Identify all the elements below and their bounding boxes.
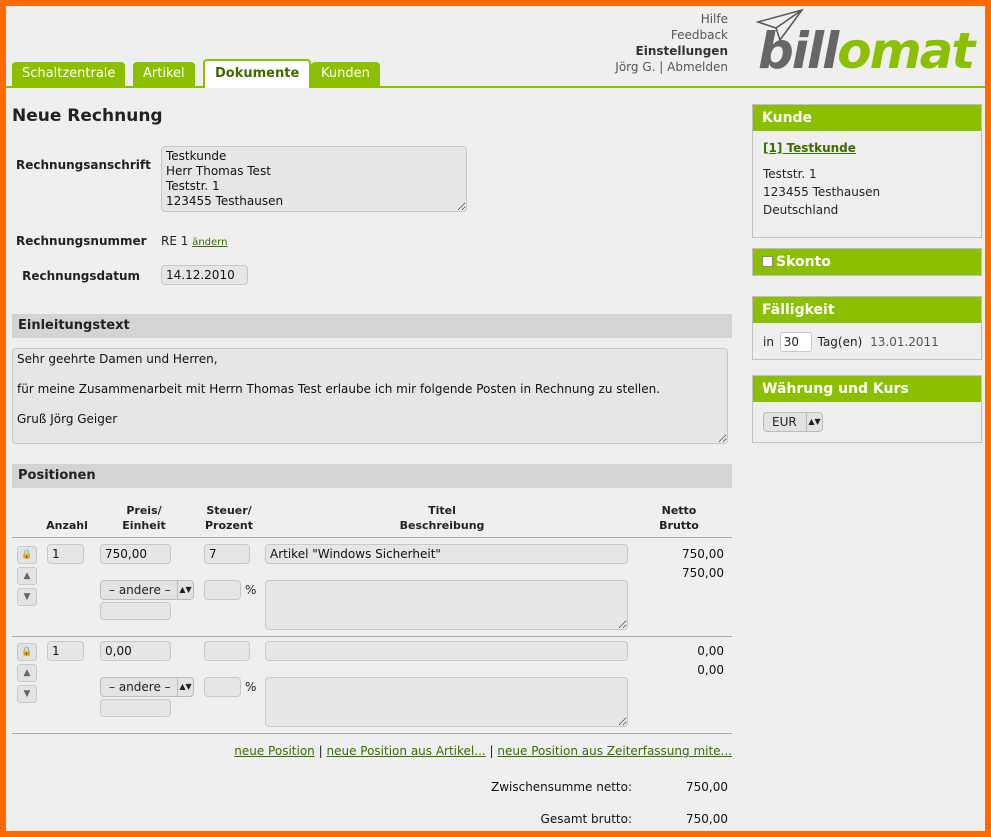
billomat-logo[interactable]: billomat [756,8,980,80]
netto-value: 0,00 [697,644,724,658]
unit-field[interactable] [100,699,171,717]
customer-street: Teststr. 1 [763,167,817,181]
main-content: Neue Rechnung Rechnungsanschrift Testkun… [6,90,985,831]
move-down-icon[interactable]: ▼ [17,588,37,606]
title-field[interactable] [265,641,628,661]
due-days-field[interactable]: 30 [779,332,812,352]
invoice-number: RE 1 [161,234,189,248]
total-label: Gesamt brutto: [540,812,632,826]
due-box: Fälligkeit in 30 Tag(en) 13.01.2011 [752,296,982,360]
subtotal-label: Zwischensumme netto: [490,780,632,794]
quantity-field[interactable]: 1 [47,641,84,661]
customer-link[interactable]: [1] Testkunde [763,139,971,157]
col-netto: Netto Brutto [659,504,699,532]
intro-heading: Einleitungstext [12,314,732,338]
price-field[interactable]: 0,00 [100,641,171,661]
separator: | [659,60,664,74]
lock-icon[interactable]: 🔒 [17,546,37,564]
address-label: Rechnungsanschrift [16,158,151,172]
col-anzahl: Anzahl [46,519,88,532]
tab-dokumente[interactable]: Dokumente [203,59,312,88]
date-label: Rechnungsdatum [22,269,140,283]
due-date: 13.01.2011 [870,335,939,349]
date-field[interactable]: 14.12.2010 [161,265,248,285]
tax-field[interactable]: 7 [204,544,250,564]
position-links: neue Position | neue Position aus Artike… [234,744,732,758]
col-preis: Preis/Einheit [122,504,166,532]
due-heading: Fälligkeit [753,297,981,323]
brutto-value: 750,00 [682,566,724,580]
currency-select[interactable]: EUR ▲▼ [763,412,823,432]
tax-field[interactable] [204,641,250,661]
netto-value: 750,00 [682,547,724,561]
feedback-link[interactable]: Feedback [615,27,728,43]
number-label: Rechnungsnummer [16,234,147,248]
col-titel: Titel Beschreibung [399,504,485,532]
currency-heading: Währung und Kurs [753,376,981,402]
page-title: Neue Rechnung [12,106,163,126]
move-up-icon[interactable]: ▲ [17,567,37,585]
new-position-link[interactable]: neue Position [234,744,315,758]
new-position-from-article-link[interactable]: neue Position aus Artikel... [326,744,485,758]
unit-select[interactable]: – andere – ▲▼ [100,580,194,600]
percent-field[interactable] [204,677,241,697]
percent-field[interactable] [204,580,241,600]
positions-heading: Positionen [12,464,732,488]
title-field[interactable]: Artikel "Windows Sicherheit" [265,544,628,564]
unit-select[interactable]: – andere – ▲▼ [100,677,194,697]
change-number-link[interactable]: ändern [192,237,227,248]
tab-artikel[interactable]: Artikel [133,62,195,86]
col-steuer: Steuer/Prozent [205,504,253,532]
subtotal-value: 750,00 [686,780,728,794]
customer-city: 123455 Testhausen [763,185,881,199]
app-window: Schaltzentrale Artikel Dokumente Kunden … [6,6,985,831]
settings-link[interactable]: Einstellungen [615,43,728,59]
top-links: Hilfe Feedback Einstellungen Jörg G. | A… [615,11,728,75]
address-field[interactable]: Testkunde Herr Thomas Test Teststr. 1 12… [161,146,467,212]
skonto-box: Skonto [752,248,982,276]
lock-icon[interactable]: 🔒 [17,643,37,661]
customer-country: Deutschland [763,203,839,217]
percent-sign: % [245,680,257,694]
move-up-icon[interactable]: ▲ [17,664,37,682]
total-value: 750,00 [686,812,728,826]
new-position-from-time-link[interactable]: neue Position aus Zeiterfassung mite... [497,744,732,758]
customer-heading: Kunde [753,105,981,131]
move-down-icon[interactable]: ▼ [17,685,37,703]
intro-text-field[interactable]: Sehr geehrte Damen und Herren, für meine… [12,348,728,444]
customer-box: Kunde [1] Testkunde Teststr. 1 123455 Te… [752,104,982,238]
brutto-value: 0,00 [697,663,724,677]
skonto-checkbox[interactable] [762,256,773,267]
tab-kunden[interactable]: Kunden [311,62,380,86]
logout-link[interactable]: Abmelden [667,60,728,74]
header: Schaltzentrale Artikel Dokumente Kunden … [6,6,985,88]
description-field[interactable] [265,677,628,727]
price-field[interactable]: 750,00 [100,544,171,564]
percent-sign: % [245,583,257,597]
unit-field[interactable] [100,602,171,620]
due-unit: Tag(en) [817,335,863,349]
quantity-field[interactable]: 1 [47,544,84,564]
currency-box: Währung und Kurs EUR ▲▼ [752,375,982,443]
description-field[interactable] [265,580,628,630]
help-link[interactable]: Hilfe [615,11,728,27]
due-prefix: in [763,335,774,349]
skonto-heading[interactable]: Skonto [753,249,981,275]
user-link[interactable]: Jörg G. [615,60,655,74]
tab-schaltzentrale[interactable]: Schaltzentrale [12,62,126,86]
